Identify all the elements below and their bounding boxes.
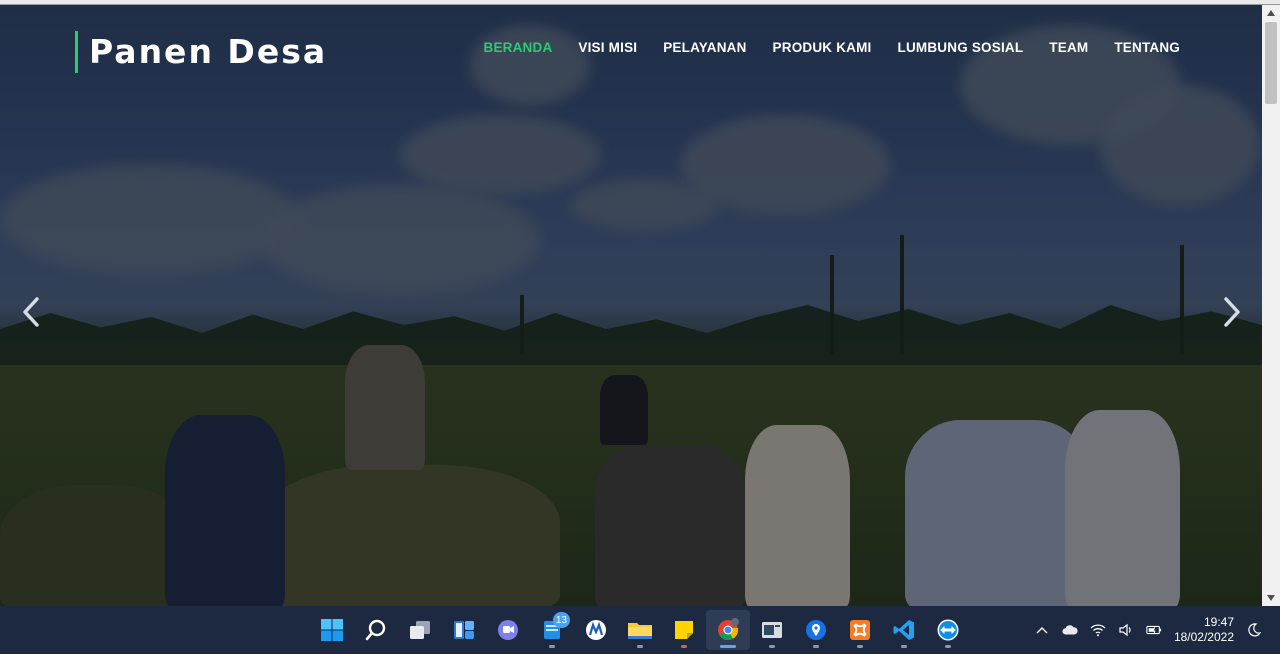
windows-start-icon bbox=[321, 619, 343, 641]
wifi-button[interactable] bbox=[1090, 622, 1106, 638]
taskbar-clock[interactable]: 19:47 18/02/2022 bbox=[1174, 615, 1234, 645]
task-view-button[interactable] bbox=[398, 610, 442, 650]
show-hidden-icons-button[interactable] bbox=[1034, 622, 1050, 638]
app-active-indicator bbox=[720, 645, 736, 648]
system-tray: 19:47 18/02/2022 bbox=[1034, 606, 1262, 654]
app-running-indicator bbox=[681, 645, 687, 648]
scroll-down-arrow-icon[interactable] bbox=[1262, 590, 1280, 606]
brand-name: Panen Desa bbox=[89, 32, 328, 71]
chevron-left-icon bbox=[23, 297, 39, 327]
wifi-icon bbox=[1090, 624, 1106, 637]
onedrive-button[interactable] bbox=[1062, 622, 1078, 638]
clock-date: 18/02/2022 bbox=[1173, 630, 1234, 644]
chrome-button[interactable] bbox=[706, 610, 750, 650]
clock-time: 19:47 bbox=[1203, 615, 1234, 629]
nav-team[interactable]: TEAM bbox=[1049, 40, 1088, 55]
nav-produk-kami[interactable]: PRODUK KAMI bbox=[773, 40, 872, 55]
nav-tentang[interactable]: TENTANG bbox=[1114, 40, 1180, 55]
file-explorer-icon bbox=[628, 623, 652, 639]
scrollbar-thumb[interactable] bbox=[1265, 22, 1277, 104]
vscode-icon bbox=[893, 620, 914, 640]
mail-badge: 13 bbox=[552, 612, 570, 628]
battery-button[interactable] bbox=[1146, 622, 1162, 638]
app-running-indicator bbox=[637, 645, 643, 648]
nav-beranda[interactable]: BERANDA bbox=[484, 40, 553, 55]
nav-visi-misi[interactable]: VISI MISI bbox=[578, 40, 637, 55]
image-viewer-button[interactable] bbox=[750, 610, 794, 650]
maps-icon bbox=[806, 620, 826, 640]
chrome-icon bbox=[718, 618, 739, 641]
volume-button[interactable] bbox=[1118, 622, 1134, 638]
widgets-icon bbox=[454, 621, 474, 639]
sticky-notes-button[interactable] bbox=[662, 610, 706, 650]
search-icon bbox=[365, 619, 386, 641]
vscode-button[interactable] bbox=[882, 610, 926, 650]
chevron-right-icon bbox=[1224, 297, 1240, 327]
teamviewer-button[interactable] bbox=[926, 610, 970, 650]
speaker-icon bbox=[1119, 623, 1131, 637]
office-button[interactable] bbox=[574, 610, 618, 650]
app-running-indicator bbox=[813, 645, 819, 648]
carousel-next-button[interactable] bbox=[1219, 296, 1243, 328]
nav-pelayanan[interactable]: PELAYANAN bbox=[663, 40, 746, 55]
maps-button[interactable] bbox=[794, 610, 838, 650]
hero-carousel-slide bbox=[0, 5, 1262, 606]
mail-button[interactable]: 13 bbox=[530, 610, 574, 650]
office-icon bbox=[586, 620, 606, 640]
xampp-icon bbox=[850, 620, 870, 640]
start-button[interactable] bbox=[310, 610, 354, 650]
app-running-indicator bbox=[901, 645, 907, 648]
app-running-indicator bbox=[549, 645, 555, 648]
browser-top-edge bbox=[0, 0, 1280, 5]
task-view-icon bbox=[410, 621, 430, 639]
app-running-indicator bbox=[857, 645, 863, 648]
sticky-notes-icon bbox=[675, 621, 693, 639]
windows-taskbar: 13 19:47 18/02/2022 bbox=[0, 606, 1280, 654]
browser-viewport: Panen Desa BERANDA VISI MISI PELAYANAN P… bbox=[0, 0, 1280, 606]
taskbar-apps: 13 bbox=[310, 610, 970, 650]
teams-chat-icon bbox=[498, 620, 518, 640]
taskbar-search-button[interactable] bbox=[354, 610, 398, 650]
teamviewer-icon bbox=[937, 619, 959, 641]
xampp-button[interactable] bbox=[838, 610, 882, 650]
site-logo[interactable]: Panen Desa bbox=[75, 31, 327, 73]
battery-charging-icon bbox=[1146, 625, 1162, 635]
image-viewer-icon bbox=[762, 622, 782, 638]
notifications-button[interactable] bbox=[1246, 622, 1262, 638]
carousel-prev-button[interactable] bbox=[20, 296, 44, 328]
app-running-indicator bbox=[945, 645, 951, 648]
scroll-up-arrow-icon[interactable] bbox=[1262, 5, 1280, 21]
widgets-button[interactable] bbox=[442, 610, 486, 650]
main-navigation: BERANDA VISI MISI PELAYANAN PRODUK KAMI … bbox=[484, 40, 1181, 55]
moon-icon bbox=[1248, 623, 1261, 637]
vertical-scrollbar[interactable] bbox=[1262, 5, 1280, 606]
app-running-indicator bbox=[769, 645, 775, 648]
cloud-icon bbox=[1062, 625, 1078, 635]
teams-chat-button[interactable] bbox=[486, 610, 530, 650]
chevron-up-icon bbox=[1036, 627, 1048, 634]
nav-lumbung-sosial[interactable]: LUMBUNG SOSIAL bbox=[898, 40, 1024, 55]
file-explorer-button[interactable] bbox=[618, 610, 662, 650]
